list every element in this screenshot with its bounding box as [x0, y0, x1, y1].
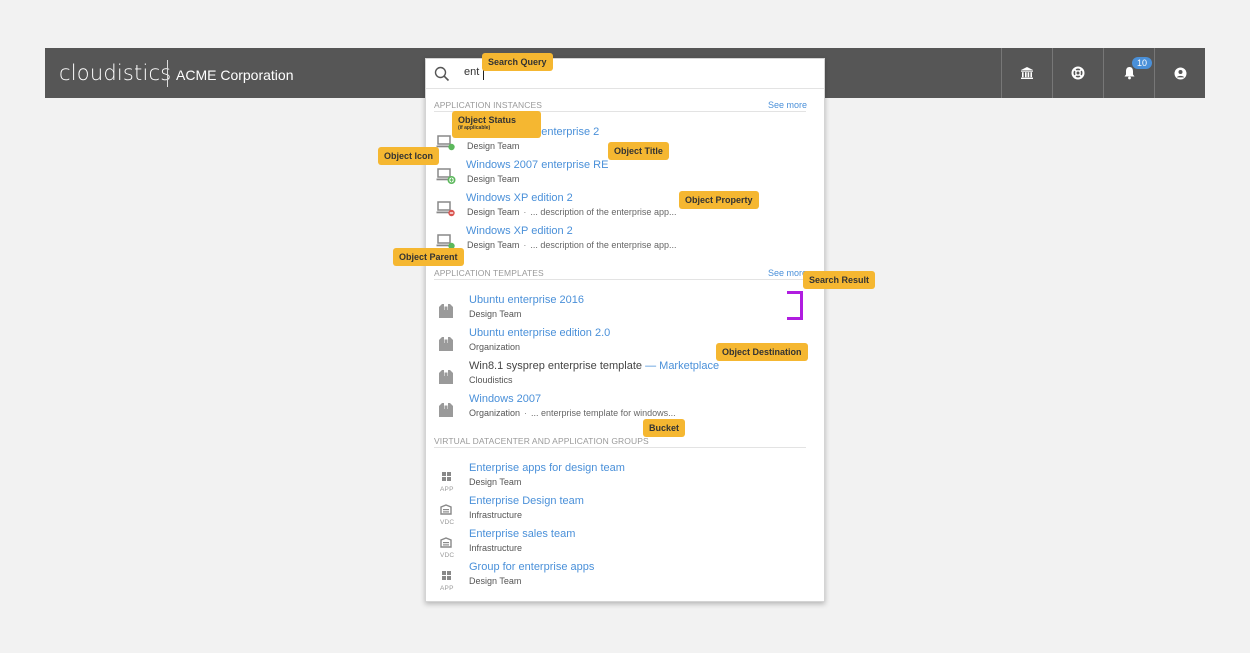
item-property: ... description of the enterprise app... [530, 240, 677, 250]
see-more-link[interactable]: See more [768, 268, 807, 278]
item-parent: Design Team [467, 240, 520, 250]
annotation-object-property: Object Property [679, 191, 759, 209]
computer-icon [436, 201, 455, 217]
annotation-search-result: Search Result [803, 271, 876, 289]
annotation-object-status: Object Status (if applicable) [452, 111, 541, 138]
annotation-object-title: Object Title [608, 142, 669, 160]
item-parent: Infrastructure [469, 543, 523, 553]
item-title[interactable]: Windows 2007 [469, 393, 541, 405]
item-parent: Design Team [467, 141, 520, 151]
nav-icon-group: 10 [1001, 48, 1205, 98]
list-item[interactable]: Windows XP edition 2 Design Team ·... des… [426, 192, 824, 224]
item-parent: Design Team [469, 477, 522, 487]
see-more-link[interactable]: See more [768, 100, 807, 110]
notifications-button[interactable]: 10 [1103, 48, 1154, 98]
item-property: ... description of the enterprise app... [530, 207, 677, 217]
lifebuoy-icon [1071, 66, 1085, 80]
bank-button[interactable] [1001, 48, 1052, 98]
item-meta: Design Team ·... description of the enter… [467, 207, 677, 217]
package-icon [439, 403, 453, 417]
item-title[interactable]: Enterprise sales team [469, 528, 575, 540]
annotation-object-parent: Object Parent [393, 248, 464, 266]
list-item[interactable]: Win8.1 sysprep enterprise template — Mar… [426, 360, 824, 392]
item-parent: Organization [469, 342, 521, 352]
search-icon [434, 66, 450, 82]
list-item[interactable]: Windows 2007 enterprise RE Design Team [426, 159, 824, 191]
package-icon [439, 304, 453, 318]
annotation-sublabel: (if applicable) [458, 125, 491, 131]
item-title[interactable]: Ubuntu enterprise edition 2.0 [469, 327, 610, 339]
section-groups: VIRTUAL DATACENTER AND APPLICATION GROUP… [434, 436, 806, 448]
item-title[interactable]: Windows XP edition 2 [466, 192, 573, 204]
user-icon [1174, 67, 1186, 79]
list-item[interactable]: VDC Enterprise sales team Infrastructure [426, 528, 824, 560]
item-title-row: Win8.1 sysprep enterprise template — Mar… [469, 360, 719, 372]
package-icon [439, 370, 453, 384]
list-item[interactable]: VDC Enterprise Design team Infrastructur… [426, 495, 824, 527]
computer-icon [436, 168, 456, 185]
item-parent: Organization [469, 408, 521, 418]
item-title[interactable]: Ubuntu enterprise 2016 [469, 294, 584, 306]
item-meta: Organization ·... enterprise template for… [469, 408, 676, 418]
section-title: APPLICATION TEMPLATES [434, 268, 544, 278]
annotation-label: Object Status [458, 115, 517, 125]
item-parent: Design Team [467, 174, 520, 184]
list-item[interactable]: Windows XP edition 2 Design Team ·... des… [426, 225, 824, 257]
item-type-tag: VDC [440, 552, 455, 559]
list-item[interactable]: Ubuntu enterprise 2016 Design Team [426, 294, 824, 326]
organization-name[interactable]: ACME Corporation [176, 67, 294, 83]
item-meta: Design Team ·... description of the enter… [467, 240, 677, 250]
brand-logo[interactable]: cloudistics [59, 61, 171, 85]
annotation-object-destination: Object Destination [716, 343, 808, 361]
item-destination[interactable]: — Marketplace [645, 360, 719, 372]
list-item[interactable]: APP Group for enterprise apps Design Tea… [426, 561, 824, 593]
item-title[interactable]: Win8.1 sysprep enterprise template [469, 360, 642, 372]
item-title[interactable]: Enterprise apps for design team [469, 462, 625, 474]
item-parent: Design Team [467, 207, 520, 217]
list-item[interactable]: Windows 2007 Organization ·... enterprise… [426, 393, 824, 425]
brand-divider [167, 60, 168, 87]
bell-icon [1124, 67, 1134, 80]
section-title: APPLICATION INSTANCES [434, 100, 543, 110]
section-title: VIRTUAL DATACENTER AND APPLICATION GROUP… [434, 436, 649, 446]
package-icon [439, 337, 453, 351]
bank-icon [1021, 67, 1033, 79]
item-parent: Design Team [469, 309, 522, 319]
item-type-tag: VDC [440, 519, 455, 526]
item-property: ... enterprise template for windows... [531, 408, 676, 418]
item-parent: Cloudistics [469, 375, 513, 385]
notification-count-badge: 10 [1132, 57, 1152, 69]
help-button[interactable] [1052, 48, 1103, 98]
item-parent: Design Team [469, 576, 522, 586]
annotation-bucket: Bucket [643, 419, 686, 437]
item-type-tag: APP [440, 585, 454, 592]
search-dropdown-panel: APPLICATION INSTANCES See more Windows 2… [425, 58, 825, 602]
annotation-search-query: Search Query [482, 53, 553, 71]
item-type-tag: APP [440, 486, 454, 493]
item-parent: Infrastructure [469, 510, 523, 520]
user-menu-button[interactable] [1154, 48, 1205, 98]
list-item[interactable]: APP Enterprise apps for design team Desi… [426, 462, 824, 494]
section-application-templates: APPLICATION TEMPLATES See more [434, 268, 807, 280]
item-title[interactable]: Enterprise Design team [469, 495, 584, 507]
item-title[interactable]: Windows 2007 enterprise RE [466, 159, 608, 171]
annotation-object-icon: Object Icon [378, 147, 440, 165]
search-result-bracket [787, 291, 803, 320]
item-title[interactable]: Windows XP edition 2 [466, 225, 573, 237]
item-title[interactable]: Group for enterprise apps [469, 561, 594, 573]
